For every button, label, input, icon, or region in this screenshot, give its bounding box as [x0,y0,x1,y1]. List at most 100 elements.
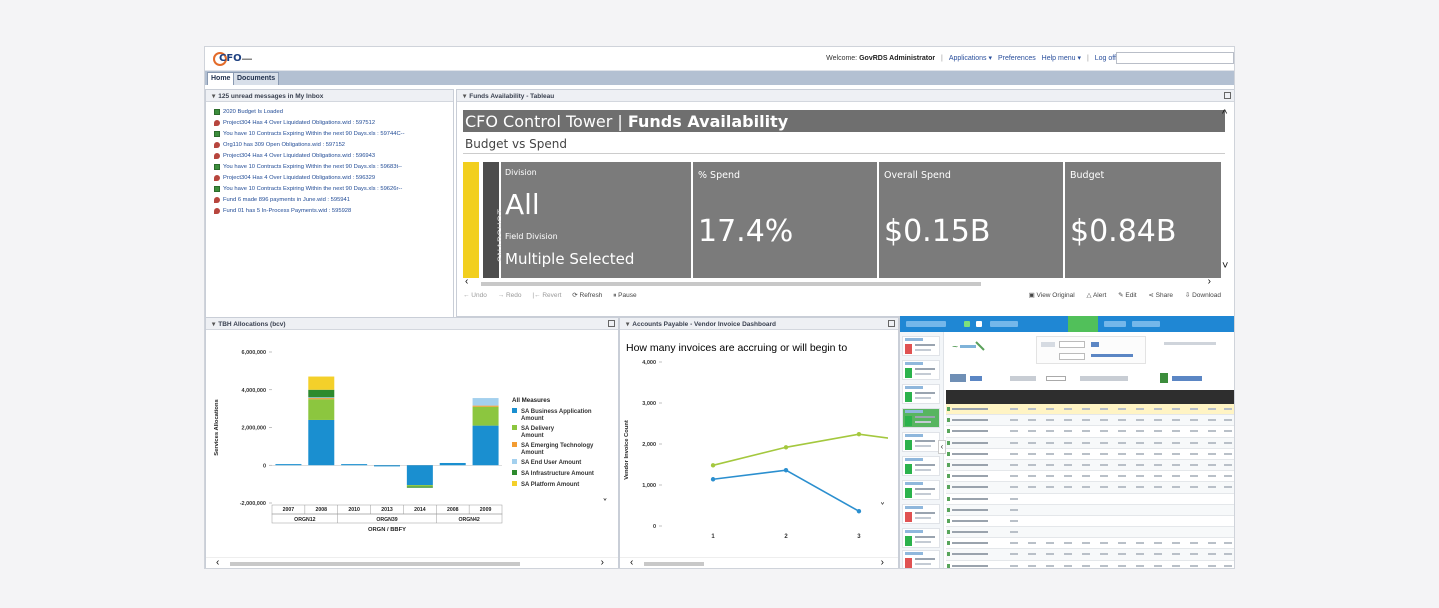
table-row[interactable] [946,516,1234,528]
scroll-thumb[interactable] [644,562,704,566]
scroll-thumb[interactable] [230,562,520,566]
table-row[interactable] [946,404,1234,416]
table-row[interactable] [946,426,1234,438]
refresh-button[interactable]: ⟳ Refresh [572,292,602,299]
undo-button[interactable]: ← Undo [463,292,487,299]
sidebar-collapse-icon[interactable]: ‹ [938,440,946,454]
active-section-tab[interactable] [1068,316,1098,332]
search-input[interactable] [1116,52,1234,64]
tableau-vertical-scrollbar[interactable]: ^ ˅ [1222,108,1232,278]
inbox-message[interactable]: Fund 01 has 5 In-Process Payments.wid : … [214,206,453,217]
inbox-message[interactable]: Project304 Has 4 Over Liquidated Obligat… [214,150,453,161]
view-original-button[interactable]: ▣ View Original [1029,292,1075,299]
sidebar-summary-card[interactable] [902,480,940,500]
scroll-down-icon[interactable]: ˅ [1222,260,1228,272]
logoff-link[interactable]: Log off [1095,55,1116,62]
filter-select[interactable] [1059,341,1085,348]
inbox-message[interactable]: 2020 Budget Is Loaded [214,106,453,117]
collapse-icon[interactable]: ▾ [212,321,215,328]
inbox-message[interactable]: Org110 has 309 Open Obligations.wid : 59… [214,139,453,150]
ap-horizontal-scrollbar[interactable]: ‹ › [620,557,898,568]
inbox-message[interactable]: You have 10 Contracts Expiring Within th… [214,184,453,195]
table-row[interactable] [946,504,1234,516]
ap-panel-header[interactable]: ▾ Accounts Payable - Vendor Invoice Dashb… [620,318,898,330]
division-filter-tile[interactable]: Division All Field Division Multiple Sel… [501,162,691,278]
sidebar-summary-card[interactable] [902,528,940,548]
scroll-up-icon[interactable]: ^ [1222,108,1227,120]
maximize-icon[interactable] [608,320,615,327]
user-name: GovRDS Administrator [859,55,936,62]
scroll-left-icon[interactable]: ‹ [216,557,219,568]
sidebar-summary-card[interactable] [902,384,940,404]
table-row[interactable] [946,471,1234,483]
table-header [946,390,1234,404]
table-row[interactable] [946,482,1234,494]
share-button[interactable]: ⋖ Share [1148,292,1173,299]
sidebar-summary-card[interactable] [902,408,940,428]
scroll-thumb[interactable] [481,282,981,286]
toolbar-link[interactable] [1172,376,1202,381]
dashboard-filter-form[interactable] [1036,336,1146,364]
collapse-icon[interactable]: ▾ [212,93,215,100]
toolbar-icon[interactable] [1160,373,1168,383]
inbox-message[interactable]: You have 10 Contracts Expiring Within th… [214,128,453,139]
table-row[interactable] [946,415,1234,427]
table-cell [1010,452,1018,455]
sidebar-summary-card[interactable] [902,432,940,452]
table-row[interactable] [946,561,1234,568]
filter-link[interactable] [1091,354,1133,357]
filter-link[interactable] [1091,342,1099,347]
y-tick-label: 0 [653,524,656,530]
tbh-panel-header[interactable]: ▾ TBH Allocations (bcv) [206,318,618,330]
collapse-icon[interactable]: ▾ [463,93,466,100]
table-cell [1010,553,1018,556]
scroll-left-icon[interactable]: ‹ [465,276,468,287]
table-row[interactable] [946,459,1234,472]
inbox-panel-header[interactable]: ▾ 125 unread messages in My Inbox [206,90,453,102]
sidebar-summary-card[interactable] [902,550,940,568]
table-row[interactable] [946,538,1234,550]
table-row[interactable] [946,549,1234,561]
table-cell [1190,564,1198,567]
table-row[interactable] [946,527,1234,539]
edit-button[interactable]: ✎ Edit [1118,292,1136,299]
toolbar-select[interactable] [1046,376,1066,381]
maximize-icon[interactable] [888,320,895,327]
tab-home[interactable]: Home [207,72,235,85]
scroll-right-icon[interactable]: › [601,557,604,568]
revert-button[interactable]: |← Revert [532,292,561,299]
card-text-line [905,530,923,533]
scroll-right-icon[interactable]: › [881,557,884,568]
applications-menu[interactable]: Applications ▾ [949,55,992,62]
collapse-icon[interactable]: ▾ [626,321,629,328]
table-cell [1046,452,1054,455]
tab-documents[interactable]: Documents [233,72,280,85]
cfo-logo[interactable]: CFO ▬▬ [213,52,253,66]
tableau-horizontal-scrollbar[interactable]: ‹ › [463,276,1221,288]
sidebar-summary-card[interactable] [902,336,940,356]
inbox-message[interactable]: Fund 6 made 896 payments in June.wid : 5… [214,195,453,206]
inbox-message[interactable]: Project304 Has 4 Over Liquidated Obligat… [214,117,453,128]
scroll-left-icon[interactable]: ‹ [630,557,633,568]
sidebar-summary-card[interactable] [902,360,940,380]
maximize-icon[interactable] [1224,92,1231,99]
filter-select[interactable] [1059,353,1085,360]
pause-button[interactable]: ⏸ Pause [613,292,637,299]
table-row[interactable] [946,449,1234,460]
inbox-message[interactable]: You have 10 Contracts Expiring Within th… [214,161,453,172]
tableau-panel-header[interactable]: ▾ Funds Availability - Tableau [457,90,1234,102]
alert-button[interactable]: △ Alert [1087,292,1107,299]
tbh-horizontal-scrollbar[interactable]: ‹ › [206,557,618,568]
toolbar-link[interactable] [970,376,982,381]
sidebar-summary-card[interactable] [902,456,940,476]
preferences-link[interactable]: Preferences [998,55,1036,62]
scroll-right-icon[interactable]: › [1208,276,1211,287]
sidebar-summary-card[interactable] [902,504,940,524]
table-row[interactable] [946,494,1234,505]
toolbar-icon[interactable] [950,374,966,382]
redo-button[interactable]: → Redo [498,292,522,299]
download-button[interactable]: ⇩ Download [1185,292,1221,299]
inbox-message[interactable]: Project304 Has 4 Over Liquidated Obligat… [214,173,453,184]
help-menu[interactable]: Help menu ▾ [1042,55,1081,62]
table-row[interactable] [946,437,1234,449]
